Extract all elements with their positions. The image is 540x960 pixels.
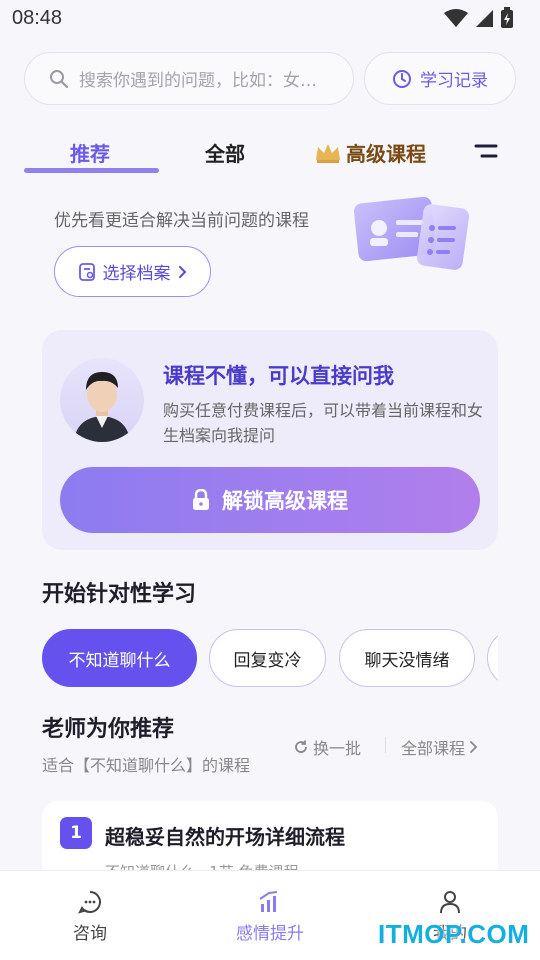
search-icon [50,69,69,88]
menu-icon[interactable] [474,142,498,162]
search-input[interactable]: 搜索你遇到的问题，比如：女… [24,52,354,105]
chat-icon [78,891,101,914]
course-card[interactable]: 1 超稳妥自然的开场详细流程 不知道聊什么 · 1节 免费课程 [42,801,498,881]
course-title: 超稳妥自然的开场详细流程 [105,825,345,849]
select-profile-label: 选择档案 [102,264,171,284]
crown-icon [316,143,340,163]
tab-premium[interactable]: 高级课程 [314,138,426,167]
battery-icon [501,7,513,28]
nav-consult[interactable]: 咨询 [40,889,140,944]
ask-teacher-card: 课程不懂，可以直接问我 购买任意付费课程后，可以带着当前课程和女生档案向我提问 … [42,330,498,550]
tab-premium-label: 高级课程 [346,142,426,166]
nav-consult-label: 咨询 [73,924,107,944]
teacher-avatar [60,358,144,442]
wifi-icon [444,9,468,27]
profile-file-icon [78,262,95,281]
search-placeholder: 搜索你遇到的问题，比如：女… [79,71,317,91]
topic-chip[interactable]: 不知道聊什么 [42,629,197,687]
nav-emotion-label: 感情提升 [236,924,304,944]
topic-chip[interactable]: 聊天没情绪 [339,629,475,687]
all-courses-link[interactable]: 全部课程 [401,735,479,759]
clock-icon [393,69,411,88]
ask-card-description: 购买任意付费课程后，可以带着当前课程和女生档案向我提问 [163,401,484,445]
refresh-label: 换一批 [313,739,362,758]
link-divider [385,737,386,753]
signal-icon [476,10,493,27]
person-icon [440,891,460,914]
status-time: 08:48 [12,6,63,29]
unlock-premium-label: 解锁高级课程 [222,489,348,513]
course-number-badge: 1 [60,817,92,849]
watermark-text: ITMOP.COM [378,919,530,949]
topic-chip-partial[interactable] [487,629,498,687]
study-history-button[interactable]: 学习记录 [364,52,516,105]
category-tabs: 推荐 全部 高级课程 [0,130,540,176]
chevron-right-icon [178,265,186,278]
targeted-learning-title: 开始针对性学习 [42,582,197,607]
status-icons [444,7,514,29]
nav-emotion-growth[interactable]: 感情提升 [220,889,320,944]
all-courses-label: 全部课程 [401,739,466,758]
topic-chip-row: 不知道聊什么 回复变冷 聊天没情绪 [42,629,498,687]
tab-active-indicator [24,168,159,173]
status-bar: 08:48 [0,0,540,36]
refresh-button[interactable]: 换一批 [293,735,361,759]
unlock-premium-button[interactable]: 解锁高级课程 [60,467,480,533]
topic-chip[interactable]: 回复变冷 [209,629,326,687]
lock-icon [193,489,209,510]
profile-hint: 优先看更适合解决当前问题的课程 [54,211,309,231]
tab-recommend[interactable]: 推荐 [70,138,110,167]
select-profile-button[interactable]: 选择档案 [54,246,211,297]
chevron-right-icon [470,741,478,753]
tab-all[interactable]: 全部 [205,138,245,167]
ask-card-title: 课程不懂，可以直接问我 [163,364,394,388]
growth-chart-icon [259,891,278,912]
profile-card-illustration [353,196,470,270]
recommend-subtitle: 适合【不知道聊什么】的课程 [42,756,251,775]
recommend-title: 老师为你推荐 [42,717,175,742]
refresh-icon [295,740,307,753]
study-history-label: 学习记录 [420,71,488,91]
